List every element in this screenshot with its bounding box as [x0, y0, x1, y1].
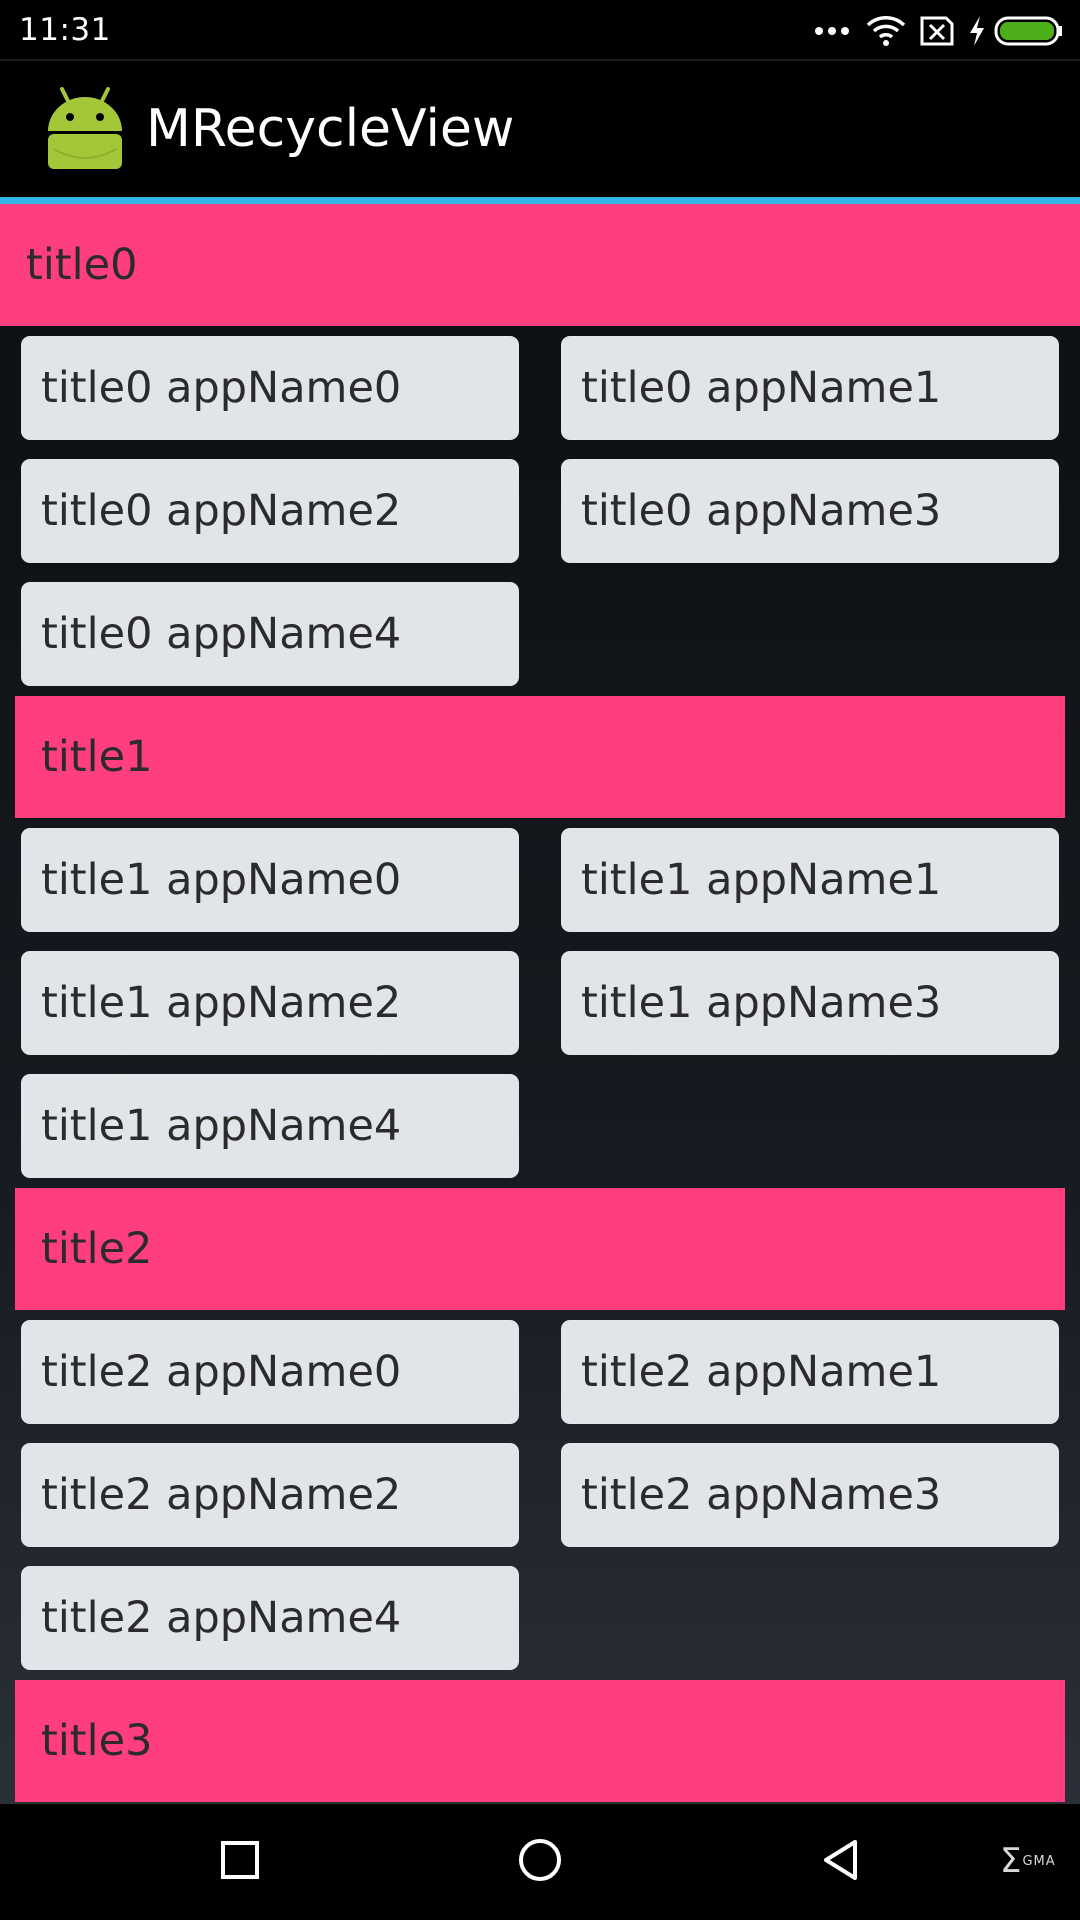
item-label: title0 appName4	[41, 609, 402, 659]
section-header[interactable]: title2	[15, 1188, 1065, 1310]
list-item[interactable]: title2 appName2	[21, 1443, 519, 1547]
list-item[interactable]: title0 appName4	[21, 582, 519, 686]
wifi-icon	[866, 15, 906, 47]
more-dots-icon	[814, 26, 850, 36]
watermark-text: GMA	[1022, 1853, 1056, 1869]
home-button[interactable]	[500, 1804, 580, 1920]
list-item[interactable]: title1 appName4	[21, 1074, 519, 1178]
item-label: title2 appName4	[41, 1593, 402, 1643]
back-icon	[820, 1838, 860, 1886]
section-title: title1	[41, 732, 153, 782]
status-icons	[814, 12, 1064, 50]
section-header[interactable]: title1	[15, 696, 1065, 818]
section-header[interactable]: title3	[15, 1680, 1065, 1802]
list-item[interactable]: title2 appName4	[21, 1566, 519, 1670]
list-item[interactable]: title1 appName2	[21, 951, 519, 1055]
battery-icon	[994, 16, 1064, 46]
back-button[interactable]	[800, 1804, 880, 1920]
item-label: title0 appName2	[41, 486, 402, 536]
item-label: title1 appName0	[41, 855, 402, 905]
list-item[interactable]: title0 appName1	[561, 336, 1059, 440]
item-label: title0 appName0	[41, 363, 402, 413]
no-sim-icon	[920, 16, 954, 46]
app-title: MRecycleView	[146, 99, 515, 159]
recent-apps-button[interactable]	[200, 1804, 280, 1920]
navigation-bar	[0, 1804, 1080, 1920]
item-label: title1 appName1	[581, 855, 942, 905]
watermark-logo: Σ GMA	[1000, 1844, 1056, 1878]
sigma-icon: Σ	[1000, 1841, 1022, 1881]
status-bar: 11:31	[0, 0, 1080, 61]
item-label: title2 appName2	[41, 1470, 402, 1520]
charging-bolt-icon	[968, 16, 986, 46]
item-label: title2 appName1	[581, 1347, 942, 1397]
list-item[interactable]: title1 appName3	[561, 951, 1059, 1055]
android-robot-icon	[44, 87, 126, 175]
action-bar-divider	[0, 197, 1080, 204]
list-item[interactable]: title2 appName1	[561, 1320, 1059, 1424]
list-item[interactable]: title0 appName2	[21, 459, 519, 563]
list-item[interactable]: title1 appName1	[561, 828, 1059, 932]
item-label: title1 appName2	[41, 978, 402, 1028]
item-label: title1 appName4	[41, 1101, 402, 1151]
section-title: title2	[41, 1224, 153, 1274]
recent-apps-icon	[220, 1840, 260, 1884]
section-header[interactable]: title0	[0, 204, 1080, 326]
item-label: title0 appName1	[581, 363, 942, 413]
item-label: title1 appName3	[581, 978, 942, 1028]
item-label: title0 appName3	[581, 486, 942, 536]
list-item[interactable]: title0 appName0	[21, 336, 519, 440]
section-title: title0	[26, 240, 138, 290]
status-time: 11:31	[19, 12, 111, 48]
list-item[interactable]: title2 appName3	[561, 1443, 1059, 1547]
action-bar: MRecycleView	[0, 61, 1080, 197]
item-label: title2 appName0	[41, 1347, 402, 1397]
list-item[interactable]: title2 appName0	[21, 1320, 519, 1424]
list-item[interactable]: title1 appName0	[21, 828, 519, 932]
phone-screen: 11:31 MRecycleView title0 title0 appName…	[0, 0, 1080, 1920]
item-label: title2 appName3	[581, 1470, 942, 1520]
recycler-list[interactable]: title0 title0 appName0 title0 appName1 t…	[0, 204, 1080, 1804]
section-title: title3	[41, 1716, 153, 1766]
home-icon	[518, 1838, 562, 1886]
list-item[interactable]: title0 appName3	[561, 459, 1059, 563]
